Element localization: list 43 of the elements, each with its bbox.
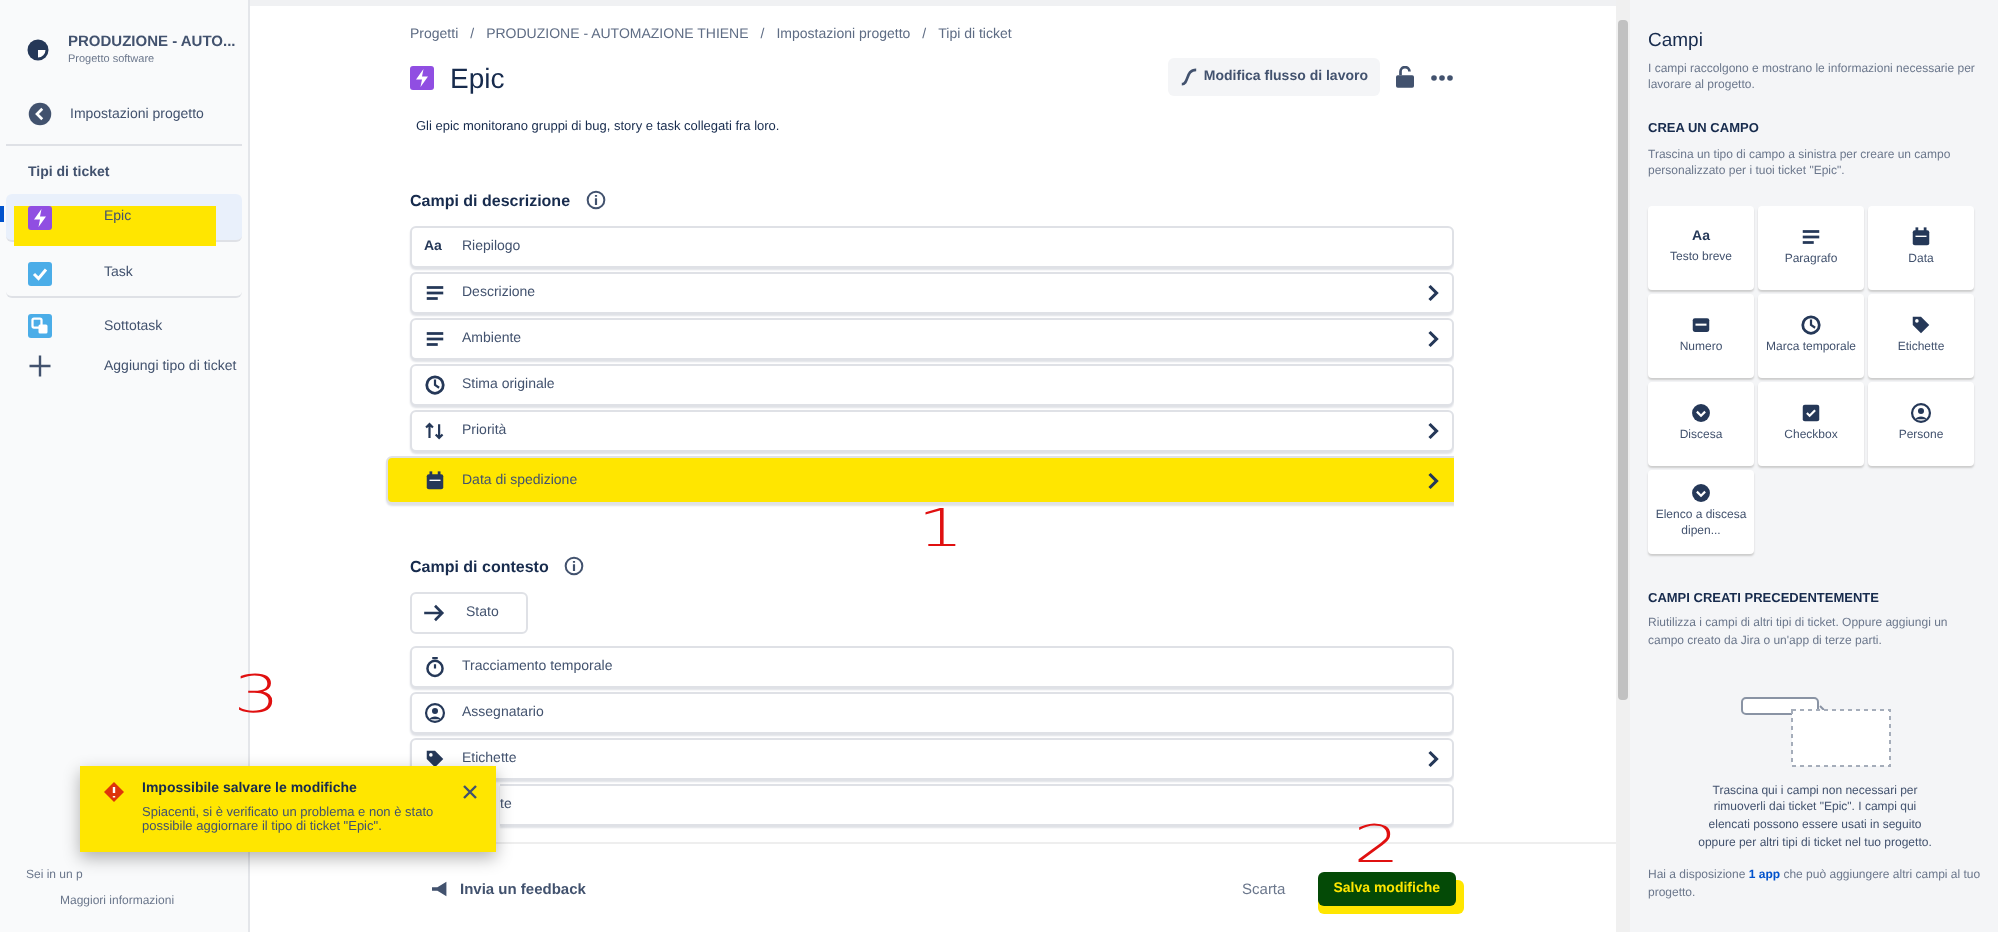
right-arrow-icon xyxy=(424,604,446,622)
chevron-icon xyxy=(1426,330,1440,348)
section-heading: Campi di descrizione xyxy=(410,191,571,209)
person-icon xyxy=(424,702,446,724)
lines-icon xyxy=(424,328,446,350)
person-icon xyxy=(1910,402,1932,425)
lightning-icon xyxy=(410,65,434,89)
chevron-icon xyxy=(1426,471,1440,489)
arrows-icon xyxy=(424,420,446,442)
lightning-icon xyxy=(28,205,52,229)
chevron-icon xyxy=(1426,750,1440,768)
checkbox-icon xyxy=(1800,402,1822,425)
more-options-icon[interactable] xyxy=(1430,73,1454,81)
chevron-icon xyxy=(1426,422,1440,440)
clock-icon xyxy=(424,374,446,396)
number-icon xyxy=(1690,314,1712,337)
page-title: Epic xyxy=(450,61,505,93)
stopwatch-icon xyxy=(424,656,446,678)
clock-icon xyxy=(1800,314,1822,337)
annotation-number: 1 xyxy=(917,500,964,560)
dropdown-icon xyxy=(1690,482,1712,505)
tag-icon xyxy=(1910,314,1932,337)
dropdown-icon xyxy=(1690,402,1712,425)
annotation-number: 3 xyxy=(233,666,280,726)
workflow-icon xyxy=(1179,68,1198,86)
error-icon xyxy=(104,782,124,802)
padlock-icon[interactable] xyxy=(1396,66,1414,88)
lines-icon xyxy=(424,282,446,304)
checkbox-icon xyxy=(28,261,52,285)
section-heading: Campi di contesto xyxy=(410,557,549,575)
lines-icon xyxy=(1800,226,1822,249)
megaphone-icon xyxy=(430,879,452,897)
subtask-icon xyxy=(28,314,52,338)
plus-icon xyxy=(28,354,52,378)
calendar-icon xyxy=(1910,226,1932,249)
tag-icon xyxy=(424,748,446,770)
info-icon xyxy=(586,190,607,210)
panel-title: Campi xyxy=(1648,28,1705,56)
close-icon[interactable] xyxy=(462,784,478,800)
info-icon xyxy=(564,556,585,576)
chevron-icon xyxy=(1426,284,1440,302)
project-logo xyxy=(26,37,50,61)
calendar-icon xyxy=(424,469,446,491)
